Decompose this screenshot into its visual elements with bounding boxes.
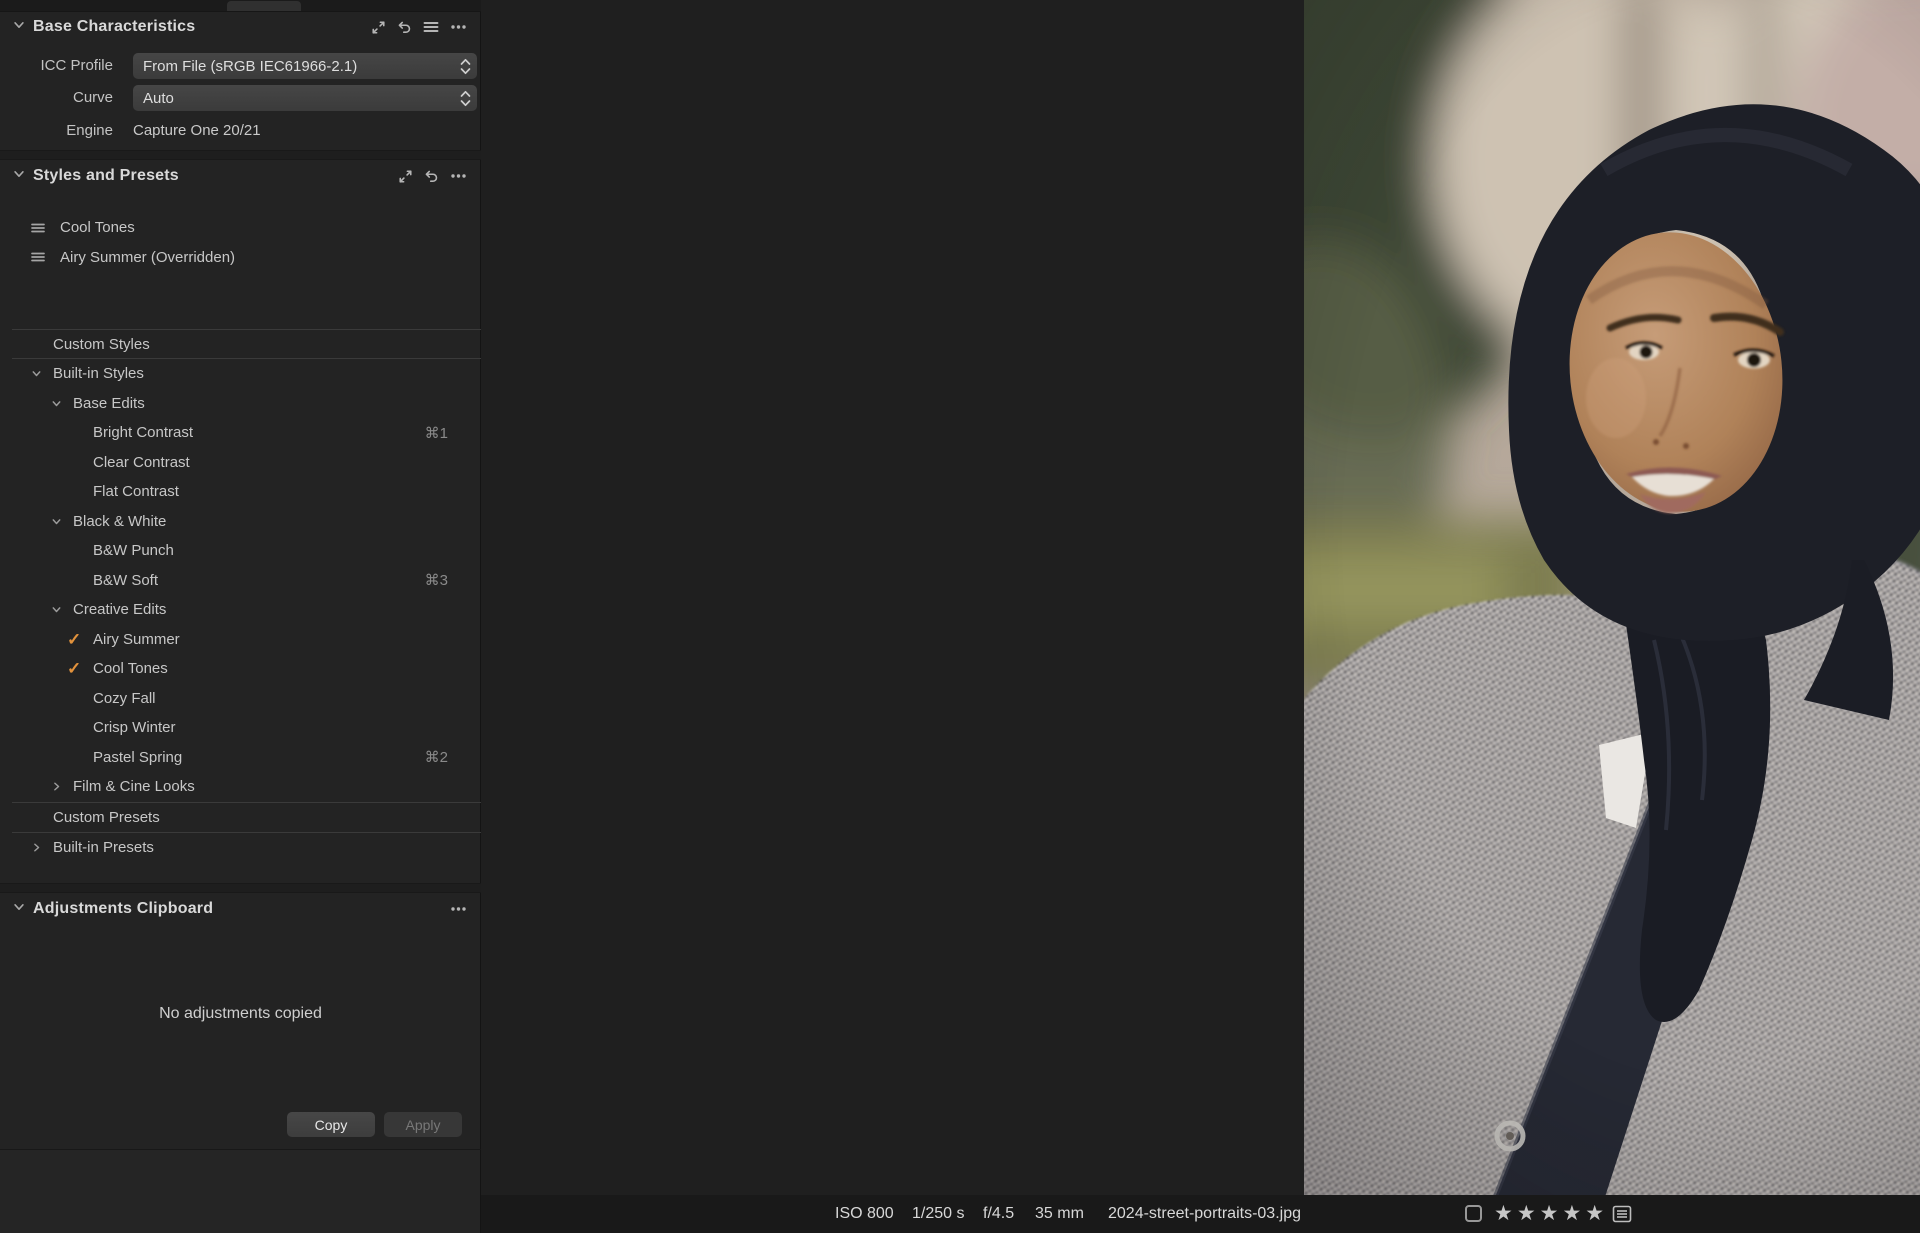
style-item-flat-contrast[interactable]: Flat Contrast xyxy=(0,477,481,507)
exif-aperture: f/4.5 xyxy=(983,1195,1014,1233)
style-folder-built-in-styles[interactable]: Built-in Styles xyxy=(0,359,481,389)
more-icon[interactable] xyxy=(450,20,467,34)
reset-icon[interactable] xyxy=(397,20,412,35)
curve-label: Curve xyxy=(0,85,113,111)
photo-canvas[interactable] xyxy=(1304,0,1920,1195)
style-group-custom-presets[interactable]: Custom Presets xyxy=(0,803,481,833)
engine-value: Capture One 20/21 xyxy=(133,118,261,144)
copy-button[interactable]: Copy xyxy=(287,1112,375,1137)
exif-shutter-speed: 1/250 s xyxy=(912,1195,964,1233)
style-item-cozy-fall[interactable]: Cozy Fall xyxy=(0,684,481,714)
panel-divider xyxy=(0,150,481,160)
engine-label: Engine xyxy=(0,118,113,144)
engine-row: Engine Capture One 20/21 xyxy=(0,118,481,144)
active-tool-tab[interactable] xyxy=(227,1,301,11)
style-item-cool-tones[interactable]: ✓ Cool Tones xyxy=(0,654,481,684)
clipboard-empty-message: No adjustments copied xyxy=(0,1005,481,1023)
applied-style-airy-summer[interactable]: Airy Summer (Overridden) xyxy=(0,243,481,273)
curve-select[interactable]: Auto xyxy=(133,85,477,111)
drag-handle-icon[interactable] xyxy=(31,222,45,234)
panel-styles-and-presets: Styles and Presets xyxy=(0,160,481,863)
panel-title: Styles and Presets xyxy=(33,167,179,185)
style-item-pastel-spring[interactable]: Pastel Spring ⌘2 xyxy=(0,743,481,773)
adjustments-clipboard-header: Adjustments Clipboard xyxy=(0,893,481,925)
stepper-icon xyxy=(460,58,471,79)
curve-row: Curve Auto xyxy=(0,85,481,111)
icc-profile-select[interactable]: From File (sRGB IEC61966-2.1) xyxy=(133,53,477,79)
style-folder-film-cine-looks[interactable]: Film & Cine Looks xyxy=(0,772,481,802)
chevron-down-icon[interactable] xyxy=(50,603,63,616)
chevron-down-icon[interactable] xyxy=(50,397,63,410)
style-item-bw-punch[interactable]: B&W Punch xyxy=(0,536,481,566)
photo-illustration xyxy=(1304,0,1920,1195)
reset-icon[interactable] xyxy=(424,169,439,184)
style-item-clear-contrast[interactable]: Clear Contrast xyxy=(0,448,481,478)
chevron-down-icon[interactable] xyxy=(12,167,26,186)
drag-handle-icon[interactable] xyxy=(31,251,45,263)
style-folder-creative-edits[interactable]: Creative Edits xyxy=(0,595,481,625)
check-icon: ✓ xyxy=(67,660,81,677)
stepper-icon xyxy=(460,90,471,111)
shortcut-label: ⌘2 xyxy=(425,748,448,766)
image-viewer[interactable] xyxy=(481,0,1920,1195)
chevron-down-icon[interactable] xyxy=(30,367,43,380)
apply-button[interactable]: Apply xyxy=(384,1112,462,1137)
style-group-custom-styles[interactable]: Custom Styles xyxy=(0,330,481,358)
filename-label: 2024-street-portraits-03.jpg xyxy=(1108,1195,1301,1233)
capture-one-window: Base Characteristics xyxy=(0,0,1920,1233)
chevron-right-icon[interactable] xyxy=(50,780,63,793)
viewer-status-bar: ISO 800 1/250 s f/4.5 35 mm 2024-street-… xyxy=(481,1195,1920,1233)
exif-iso: ISO 800 xyxy=(835,1195,894,1233)
shortcut-label: ⌘3 xyxy=(425,571,448,589)
chevron-down-icon[interactable] xyxy=(12,18,26,37)
panel-title: Base Characteristics xyxy=(33,18,195,36)
style-item-bright-contrast[interactable]: Bright Contrast ⌘1 xyxy=(0,418,481,448)
styles-presets-header: Styles and Presets xyxy=(0,160,481,192)
check-icon: ✓ xyxy=(67,631,81,648)
color-tag-checkbox[interactable] xyxy=(1465,1205,1482,1222)
chevron-down-icon[interactable] xyxy=(12,900,26,919)
more-icon[interactable] xyxy=(450,902,467,916)
panel-divider xyxy=(0,883,481,893)
expand-icon[interactable] xyxy=(398,169,413,184)
style-folder-black-and-white[interactable]: Black & White xyxy=(0,507,481,537)
style-item-crisp-winter[interactable]: Crisp Winter xyxy=(0,713,481,743)
base-characteristics-header: Base Characteristics xyxy=(0,11,481,43)
style-item-bw-soft[interactable]: B&W Soft ⌘3 xyxy=(0,566,481,596)
panel-base-characteristics: Base Characteristics xyxy=(0,11,481,150)
menu-icon[interactable] xyxy=(423,20,439,34)
applied-styles-list: Cool Tones Airy Summer (Overridden) xyxy=(0,213,481,272)
applied-style-cool-tones[interactable]: Cool Tones xyxy=(0,213,481,243)
icc-profile-row: ICC Profile From File (sRGB IEC61966-2.1… xyxy=(0,53,481,79)
exif-focal-length: 35 mm xyxy=(1035,1195,1084,1233)
sidebar-footer xyxy=(0,1150,480,1233)
panel-title: Adjustments Clipboard xyxy=(33,900,213,918)
tools-sidebar: Base Characteristics xyxy=(0,0,481,1233)
star-rating[interactable]: ★★★★★ xyxy=(1494,1195,1608,1233)
chevron-right-icon[interactable] xyxy=(30,841,43,854)
style-folder-base-edits[interactable]: Base Edits xyxy=(0,389,481,419)
style-folder-built-in-presets[interactable]: Built-in Presets xyxy=(0,833,481,863)
expand-icon[interactable] xyxy=(371,20,386,35)
icc-profile-label: ICC Profile xyxy=(0,53,113,79)
chevron-down-icon[interactable] xyxy=(50,515,63,528)
metadata-list-icon[interactable] xyxy=(1612,1205,1632,1223)
shortcut-label: ⌘1 xyxy=(425,424,448,442)
style-item-airy-summer[interactable]: ✓ Airy Summer xyxy=(0,625,481,655)
photo-vignette xyxy=(1304,0,1920,1195)
more-icon[interactable] xyxy=(450,169,467,183)
